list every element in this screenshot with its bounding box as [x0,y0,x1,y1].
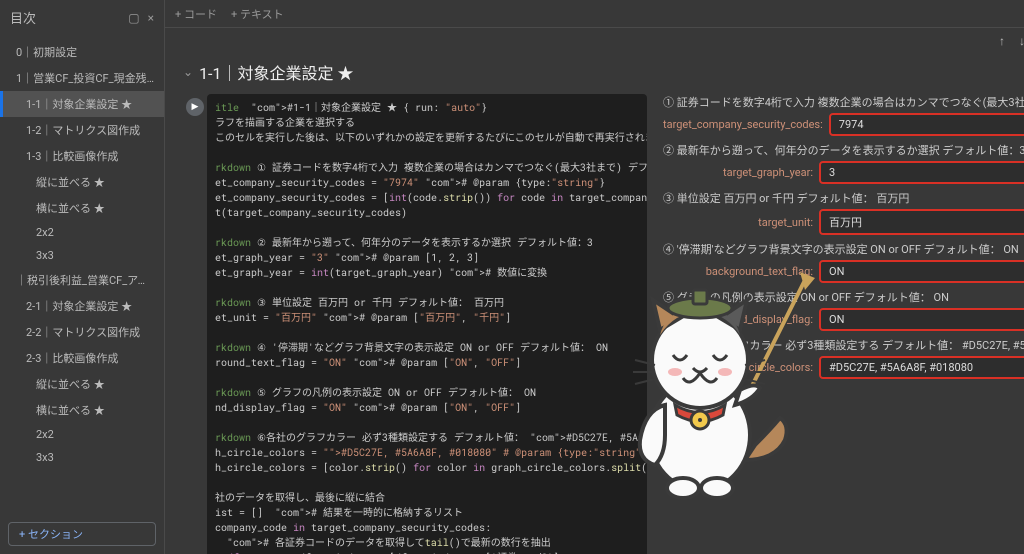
section-heading: ⌄ 1-1｜対象企業設定 ★ [175,54,1024,94]
form-label: ② 最新年から遡って、何年分のデータを表示するか選択 デフォルト値：3 [663,142,1024,158]
form-row: ③ 単位設定 百万円 or 千円 デフォルト値： 百万円 target_unit:… [663,190,1024,235]
sidebar-header: 目次 ▢ × [0,0,164,35]
params-form: ① 証券コードを数字4桁で入力 複数企業の場合はカンマでつなぐ(最大3社まで) … [655,94,1024,554]
notebook-content: ⌄ 1-1｜対象企業設定 ★ ▶ itle "com">#1-1｜対象企業設定 … [165,54,1024,554]
param-select[interactable]: ON▾ [819,260,1024,283]
form-label: ⑥ #各社のグラフカラー 必ず3種類設定する デフォルト値： #D5C27E, … [663,337,1024,353]
toolbar: + コード + テキスト ✓ RAMディスク ━ ▾ ✦ Gemini ˇ [165,0,1024,28]
param-input[interactable]: 7974 [829,113,1024,136]
close-icon[interactable]: × [148,11,154,25]
param-select[interactable]: 3▾ [819,161,1024,184]
add-text-button[interactable]: + テキスト [231,6,284,22]
param-name: background_text_flag: [663,265,813,278]
param-name: legend_display_flag: [663,313,813,326]
toc-item[interactable]: 縦に並べる ★ [0,169,164,195]
toc-item[interactable]: 2-2｜マトリクス図作成 [0,319,164,345]
move-up-icon[interactable]: ↑ [999,34,1005,48]
locate-icon[interactable]: ▢ [128,11,139,25]
toc-item[interactable]: 2-3｜比較画像作成 [0,345,164,371]
toc-title: 目次 [10,8,36,27]
move-down-icon[interactable]: ↓ [1019,34,1024,48]
form-row: ⑥ #各社のグラフカラー 必ず3種類設定する デフォルト値： #D5C27E, … [663,337,1024,379]
toc-item[interactable]: ｜税引後利益_営業CF_アクルーアル↓ [0,267,164,293]
code-editor[interactable]: itle "com">#1-1｜対象企業設定 ★ { run: "auto"} … [207,94,647,554]
param-name: target_company_security_codes: [663,118,823,131]
toc-item[interactable]: 1-1｜対象企業設定 ★ [0,91,164,117]
toc-item[interactable]: 3x3 [0,446,164,469]
cell-toolbar: ↑ ↓ ⊂⊃ ✎ ⚙ ⎘ 🗑 ⋮ [165,28,1024,54]
toc-item[interactable]: 3x3 [0,244,164,267]
form-row: ① 証券コードを数字4桁で入力 複数企業の場合はカンマでつなぐ(最大3社まで) … [663,94,1024,136]
collapse-icon[interactable]: ⌄ [183,65,193,79]
toc-item[interactable]: 横に並べる ★ [0,397,164,423]
add-section-button[interactable]: + セクション [8,522,156,546]
form-label: ③ 単位設定 百万円 or 千円 デフォルト値： 百万円 [663,190,1024,206]
form-row: ④ '停滞期'などグラフ背景文字の表示設定 ON or OFF デフォルト値： … [663,241,1024,283]
add-code-button[interactable]: + コード [175,6,217,22]
param-name: target_unit: [663,216,813,229]
param-name: target_graph_year: [663,166,813,179]
toc-item[interactable]: 横に並べる ★ [0,195,164,221]
run-button[interactable]: ▶ [186,98,204,116]
form-row: ② 最新年から遡って、何年分のデータを表示するか選択 デフォルト値：3 targe… [663,142,1024,184]
form-row: ⑤ グラフの凡例の表示設定 ON or OFF デフォルト値： ON legend… [663,289,1024,331]
form-label: ① 証券コードを数字4桁で入力 複数企業の場合はカンマでつなぐ(最大3社まで) … [663,94,1024,110]
toc-list: 0｜初期設定1｜営業CF_投資CF_現金残高↑1-1｜対象企業設定 ★1-2｜マ… [0,35,164,514]
form-label: ⑤ グラフの凡例の表示設定 ON or OFF デフォルト値： ON [663,289,1024,305]
toc-item[interactable]: 縦に並べる ★ [0,371,164,397]
toc-item[interactable]: 1-2｜マトリクス図作成 [0,117,164,143]
toc-item[interactable]: 0｜初期設定 [0,39,164,65]
toc-item[interactable]: 1｜営業CF_投資CF_現金残高↑ [0,65,164,91]
form-label: ④ '停滞期'などグラフ背景文字の表示設定 ON or OFF デフォルト値： … [663,241,1024,257]
toc-item[interactable]: 2x2 [0,423,164,446]
param-select[interactable]: 百万円▾ [819,209,1024,235]
param-select[interactable]: ON▾ [819,308,1024,331]
toc-item[interactable]: 2x2 [0,221,164,244]
toc-sidebar: 目次 ▢ × 0｜初期設定1｜営業CF_投資CF_現金残高↑1-1｜対象企業設定… [0,0,165,554]
toc-item[interactable]: 2-1｜対象企業設定 ★ [0,293,164,319]
param-input[interactable]: #D5C27E, #5A6A8F, #018080 [819,356,1024,379]
param-name: h_circle_colors: [663,361,813,374]
code-cell: ▶ itle "com">#1-1｜対象企業設定 ★ { run: "auto"… [183,94,1024,554]
toc-item[interactable]: 1-3｜比較画像作成 [0,143,164,169]
main-area: + コード + テキスト ✓ RAMディスク ━ ▾ ✦ Gemini ˇ ↑ … [165,0,1024,554]
